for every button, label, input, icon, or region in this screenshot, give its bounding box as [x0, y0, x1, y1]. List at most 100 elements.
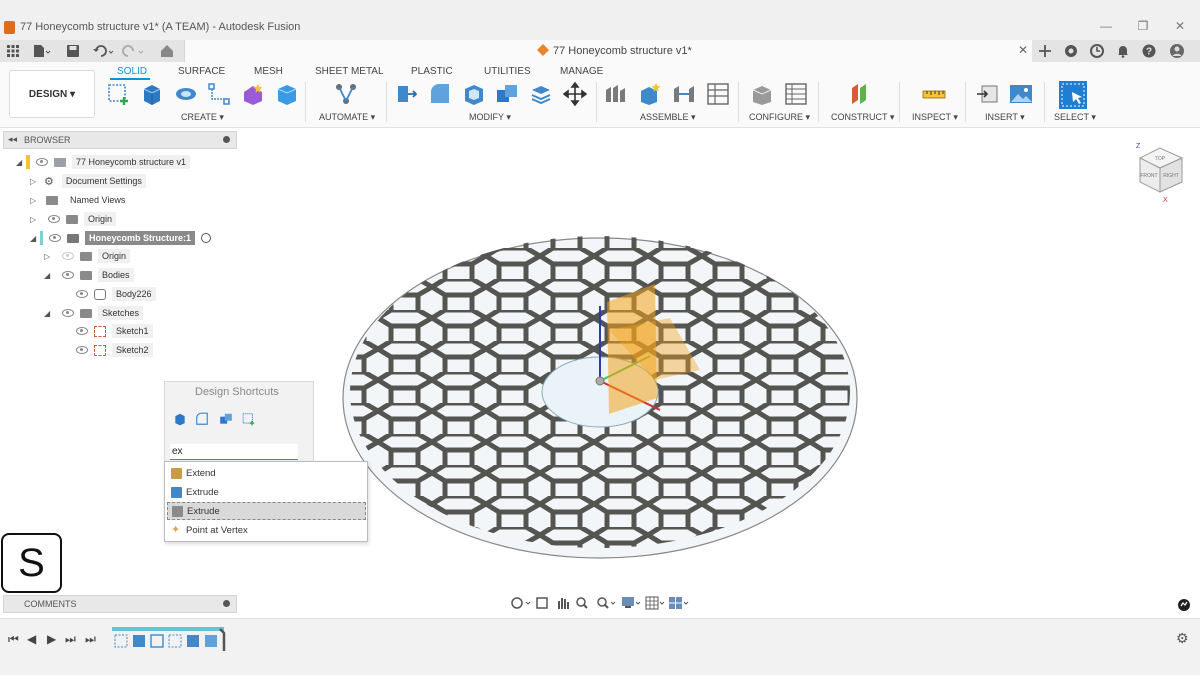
expand-triangle-icon[interactable]: ▷	[30, 215, 40, 224]
zoom-window-icon[interactable]	[597, 597, 616, 609]
select-icon[interactable]	[1058, 80, 1088, 110]
fillet-icon[interactable]	[428, 82, 452, 106]
view-cube[interactable]: TOP FRONT RIGHT Z X	[1130, 140, 1190, 206]
tree-item-document-settings[interactable]: ▷ ⚙ Document Settings	[30, 173, 146, 189]
maximize-button[interactable]: ❐	[1133, 19, 1153, 33]
box-icon[interactable]	[275, 82, 299, 106]
app-grid-icon[interactable]	[6, 43, 20, 59]
home-icon[interactable]	[159, 43, 175, 59]
visibility-eye-icon[interactable]	[62, 309, 74, 317]
tree-item-sketch2[interactable]: Sketch2	[76, 342, 153, 358]
new-tab-plus-icon[interactable]	[1037, 43, 1053, 59]
move-icon[interactable]	[563, 82, 587, 106]
measure-icon[interactable]	[922, 82, 946, 106]
visibility-eye-icon[interactable]	[36, 158, 48, 166]
insert-derive-icon[interactable]	[976, 82, 1000, 106]
pan-hand-icon[interactable]	[558, 598, 569, 609]
result-extrude-surface[interactable]: Extrude	[167, 502, 366, 520]
tree-item-component[interactable]: ◢ Honeycomb Structure:1	[30, 230, 212, 246]
tab-utilities[interactable]: UTILITIES	[484, 66, 531, 77]
play-icon[interactable]: ▶	[47, 632, 56, 646]
combine-icon[interactable]	[495, 82, 519, 106]
display-settings-icon[interactable]	[622, 597, 641, 608]
configure-group-label[interactable]: CONFIGURE ▾	[749, 112, 810, 123]
document-tab[interactable]: 77 Honeycomb structure v1* ✕	[184, 40, 1032, 62]
file-menu-icon[interactable]	[32, 43, 52, 59]
status-indicator-icon[interactable]	[1177, 598, 1191, 612]
extensions-icon[interactable]	[1063, 43, 1079, 59]
assemble-group-label[interactable]: ASSEMBLE ▾	[640, 112, 696, 123]
viewcube-top-label[interactable]: TOP	[1155, 156, 1166, 162]
bill-of-materials-icon[interactable]	[706, 82, 730, 106]
visibility-eye-icon[interactable]	[76, 346, 88, 354]
step-back-icon[interactable]: ◀	[27, 632, 36, 646]
save-icon[interactable]	[66, 43, 80, 59]
3d-viewport[interactable]	[240, 130, 1200, 618]
tab-mesh[interactable]: MESH	[254, 66, 283, 77]
shortcut-extrude-icon[interactable]	[173, 412, 187, 426]
result-point-at-vertex[interactable]: ✦ Point at Vertex	[167, 521, 366, 539]
expand-triangle-icon[interactable]: ▷	[44, 252, 54, 261]
redo-icon[interactable]	[122, 43, 146, 59]
undo-icon[interactable]	[92, 43, 116, 59]
construct-group-label[interactable]: CONSTRUCT ▾	[831, 112, 894, 123]
orbit-icon[interactable]	[511, 597, 531, 609]
go-to-start-icon[interactable]: ⏮	[8, 632, 19, 647]
tab-solid[interactable]: SOLID	[117, 66, 147, 77]
minimize-button[interactable]: —	[1096, 19, 1116, 33]
grid-settings-icon[interactable]	[645, 596, 665, 610]
change-parameters-icon[interactable]	[750, 82, 774, 106]
tab-sheet-metal[interactable]: SHEET METAL	[315, 66, 384, 77]
go-to-end-icon[interactable]: ⏭	[85, 632, 96, 647]
result-extend[interactable]: Extend	[167, 464, 366, 482]
as-built-joint-icon[interactable]	[672, 82, 696, 106]
viewports-icon[interactable]	[669, 597, 689, 609]
collapse-browser-icon[interactable]: ◂◂	[8, 134, 17, 145]
automate-group-label[interactable]: AUTOMATE ▾	[319, 112, 375, 123]
visibility-eye-icon[interactable]	[49, 234, 61, 242]
new-component-icon[interactable]	[604, 82, 628, 106]
viewcube-front-label[interactable]: FRONT	[1140, 173, 1157, 179]
automate-icon[interactable]	[334, 82, 358, 106]
press-pull-icon[interactable]	[394, 82, 418, 106]
joint-icon[interactable]	[638, 82, 662, 106]
visibility-eye-icon[interactable]	[76, 290, 88, 298]
shortcut-sketch-icon[interactable]	[242, 412, 256, 426]
sweep-icon[interactable]	[207, 82, 231, 106]
visibility-eye-icon[interactable]	[48, 215, 60, 223]
create-group-label[interactable]: CREATE ▾	[181, 112, 224, 123]
tab-surface[interactable]: SURFACE	[178, 66, 225, 77]
viewcube-right-label[interactable]: RIGHT	[1163, 173, 1179, 179]
workspace-switcher[interactable]: DESIGN ▾	[9, 70, 95, 118]
activate-radio-icon[interactable]	[201, 233, 212, 243]
tab-manage[interactable]: MANAGE	[560, 66, 603, 77]
comments-panel-header[interactable]: COMMENTS	[3, 595, 237, 613]
tree-item-body[interactable]: Body226	[76, 286, 156, 302]
visibility-eye-icon[interactable]	[76, 327, 88, 335]
extrude-icon[interactable]	[140, 82, 164, 106]
expand-triangle-icon[interactable]: ▷	[30, 196, 40, 205]
configuration-table-icon[interactable]	[784, 82, 808, 106]
tree-item-sub-origin[interactable]: ▷ Origin	[44, 248, 131, 264]
insert-group-label[interactable]: INSERT ▾	[985, 112, 1025, 123]
close-tab-button[interactable]: ✕	[1018, 43, 1028, 57]
browser-pin-icon[interactable]	[223, 136, 230, 143]
collapse-triangle-icon[interactable]: ◢	[44, 309, 54, 318]
tree-item-sketches[interactable]: ◢ Sketches	[44, 305, 144, 321]
timeline-features[interactable]	[112, 625, 228, 651]
tree-root-document[interactable]: ◢ 77 Honeycomb structure v1	[16, 154, 191, 170]
form-icon[interactable]	[241, 82, 265, 106]
tree-item-sketch1[interactable]: Sketch1	[76, 323, 153, 339]
inspect-group-label[interactable]: INSPECT ▾	[912, 112, 958, 123]
close-window-button[interactable]: ✕	[1170, 19, 1190, 33]
modify-group-label[interactable]: MODIFY ▾	[469, 112, 511, 123]
look-at-icon[interactable]	[536, 597, 548, 609]
help-icon[interactable]: ?	[1141, 43, 1157, 59]
collapse-triangle-icon[interactable]: ◢	[16, 158, 26, 167]
timeline-settings-gear-icon[interactable]: ⚙	[1176, 630, 1189, 647]
result-extrude[interactable]: Extrude	[167, 483, 366, 501]
comments-pin-icon[interactable]	[223, 600, 230, 607]
tree-item-bodies[interactable]: ◢ Bodies	[44, 267, 134, 283]
shortcut-combine-icon[interactable]	[219, 412, 233, 426]
tab-plastic[interactable]: PLASTIC	[411, 66, 453, 77]
